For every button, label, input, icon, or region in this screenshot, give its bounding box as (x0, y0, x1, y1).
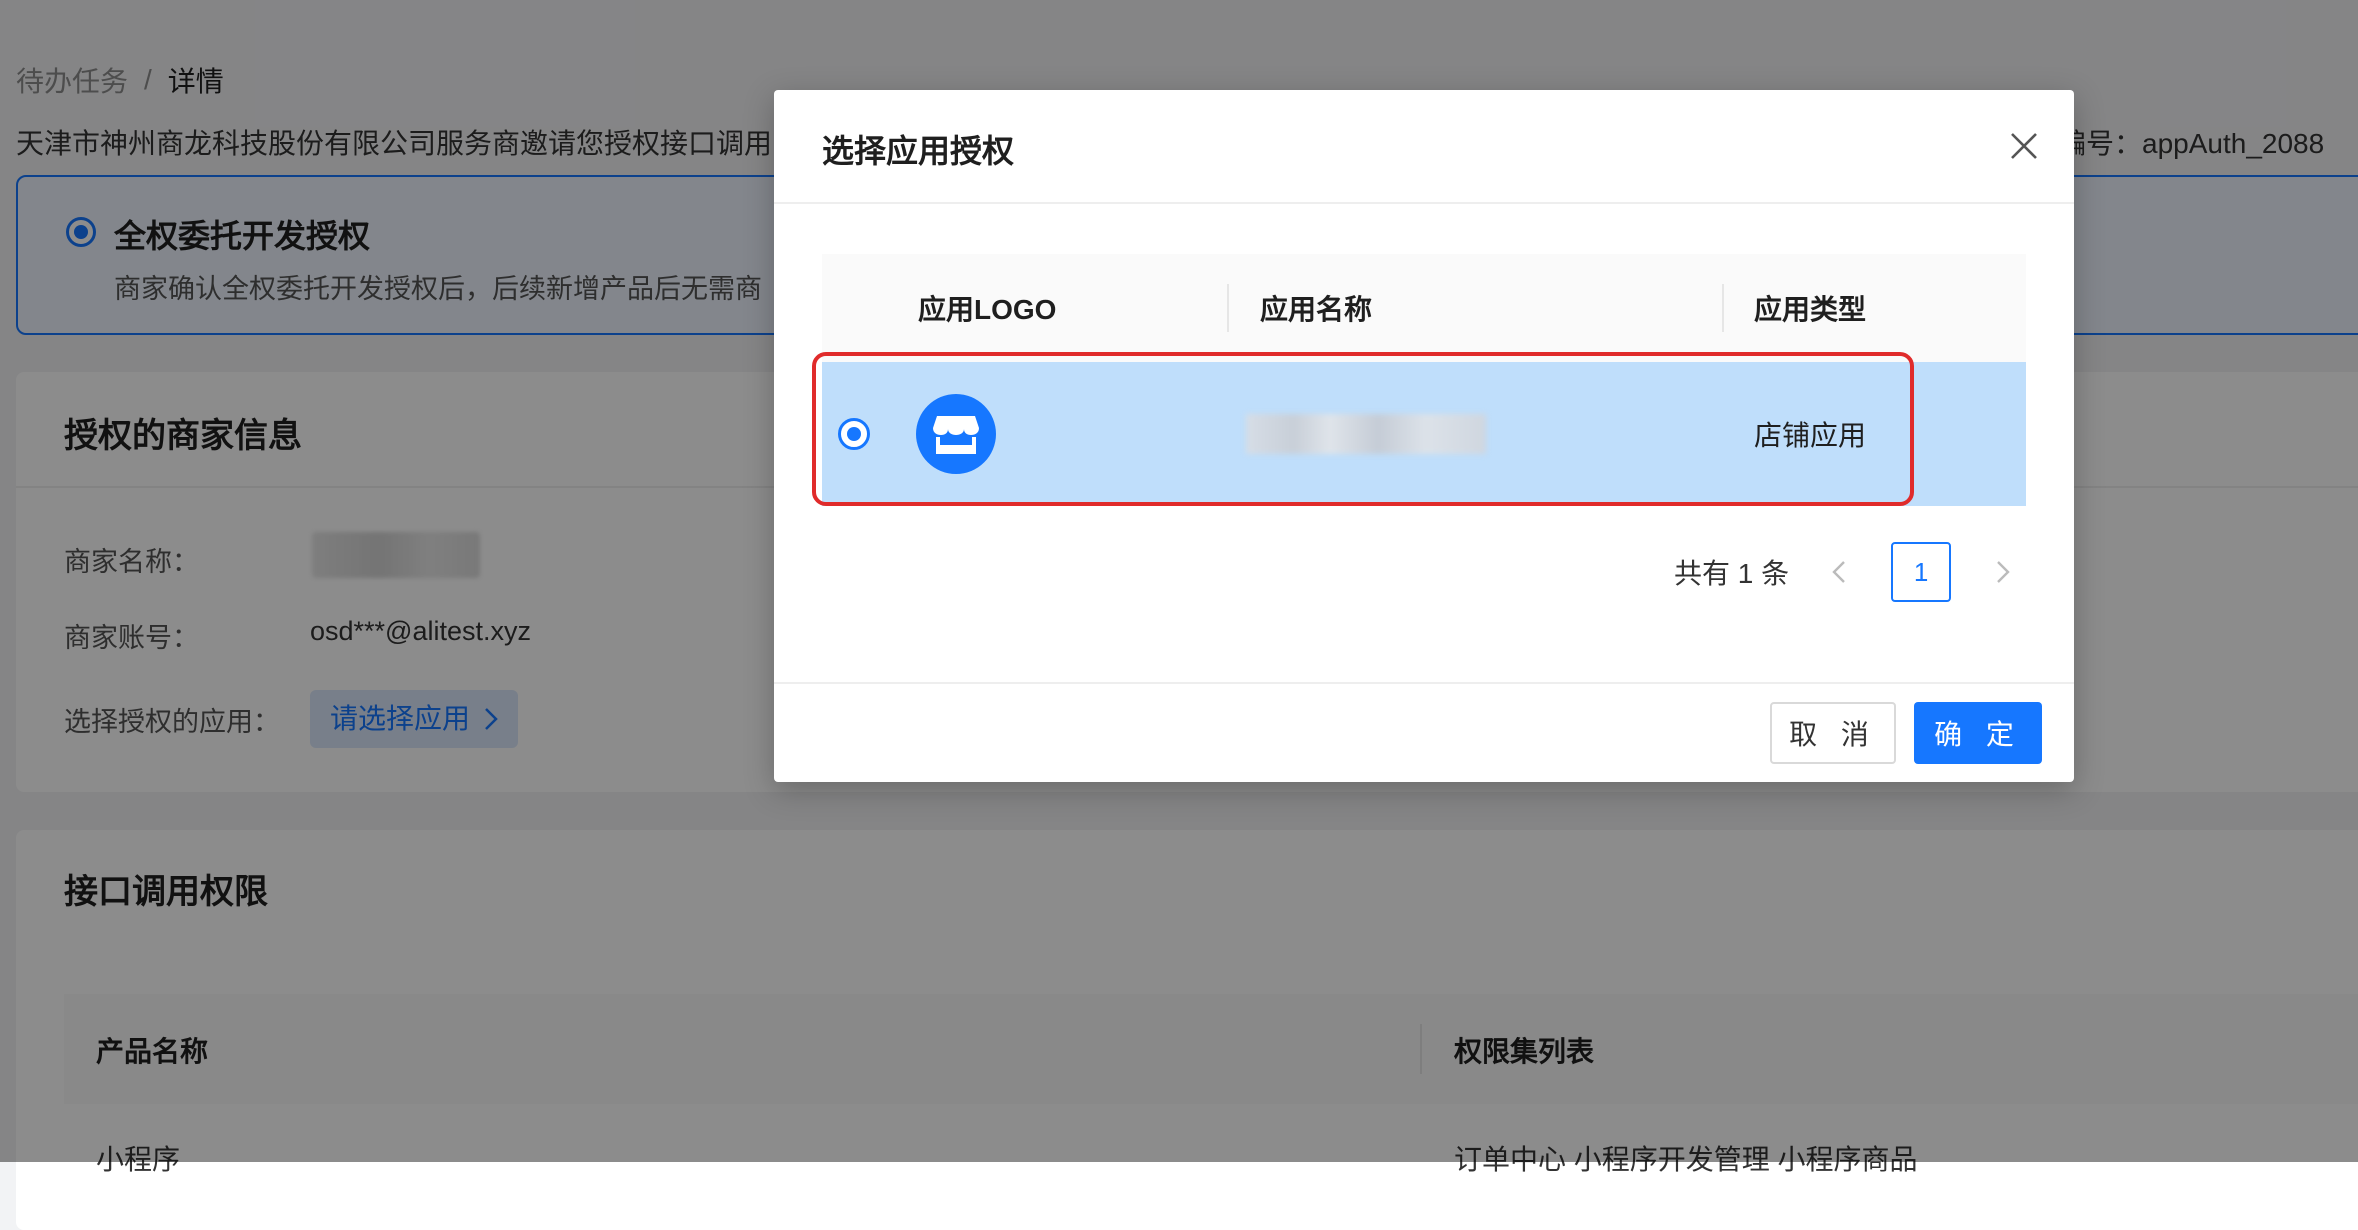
pagination: 共有 1 条 1 (1674, 542, 2023, 602)
table-row[interactable]: 店铺应用 (822, 362, 2026, 506)
page-number-button[interactable]: 1 (1891, 542, 1952, 602)
column-separator (1722, 284, 1724, 332)
chevron-right-icon[interactable] (1983, 542, 2023, 602)
app-table: 应用LOGO 应用名称 应用类型 店铺应用 (822, 254, 2026, 506)
store-icon (916, 394, 996, 474)
row-select-radio[interactable] (838, 418, 870, 450)
column-app-type: 应用类型 (1754, 294, 1867, 325)
app-table-header: 应用LOGO 应用名称 应用类型 (822, 254, 2026, 362)
column-separator (1227, 284, 1229, 332)
cancel-button[interactable]: 取 消 (1770, 702, 1896, 764)
pagination-total: 共有 1 条 (1674, 558, 1790, 589)
confirm-button[interactable]: 确 定 (1914, 702, 2042, 764)
modal-header: 选择应用授权 (774, 90, 2074, 204)
app-name-blurred (1246, 414, 1486, 454)
close-icon[interactable] (2002, 124, 2046, 168)
select-app-modal: 选择应用授权 应用LOGO 应用名称 应用类型 店铺应用 共有 1 条 1 取 … (774, 90, 2074, 782)
modal-title: 选择应用授权 (822, 133, 1015, 169)
column-app-name: 应用名称 (1260, 294, 1373, 325)
column-app-logo: 应用LOGO (918, 294, 1057, 325)
app-type: 店铺应用 (1754, 420, 1867, 451)
chevron-left-icon[interactable] (1819, 542, 1859, 602)
modal-footer-divider (774, 682, 2074, 684)
